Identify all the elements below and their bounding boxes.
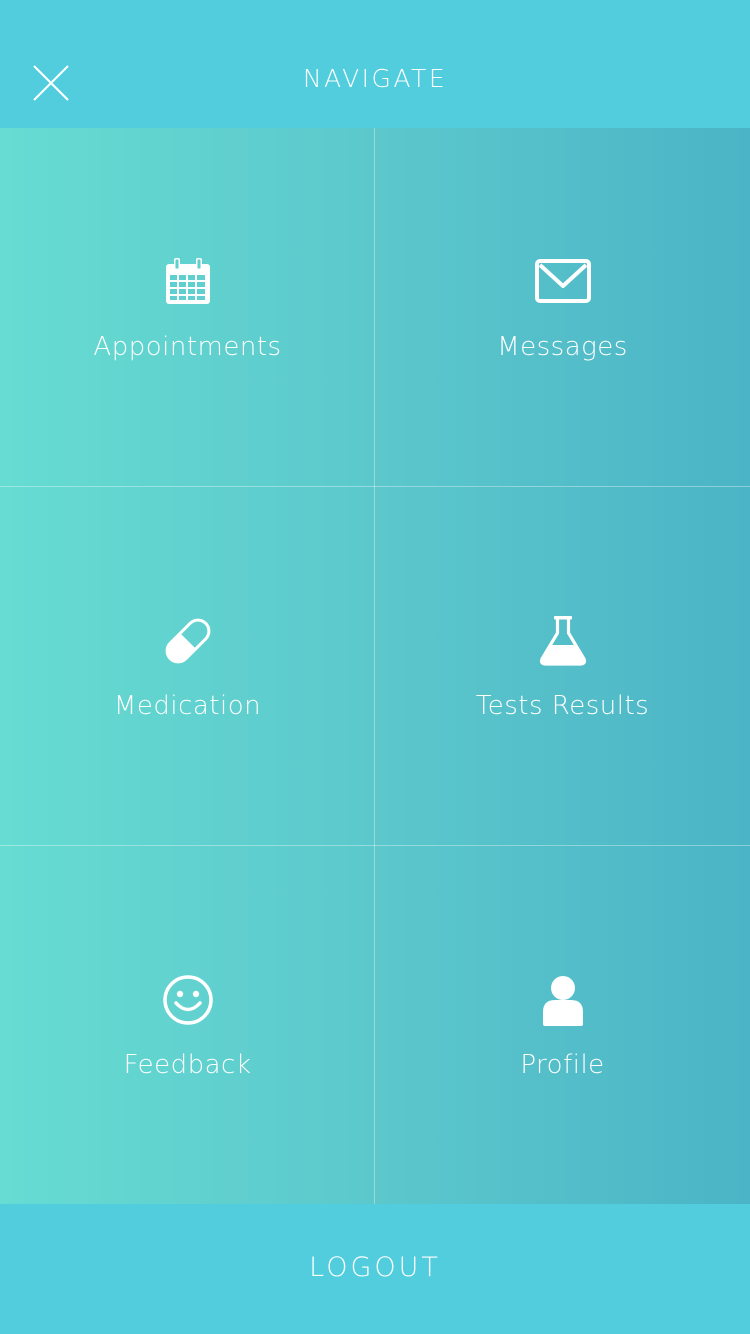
grid-divider-horizontal — [0, 845, 750, 846]
smiley-icon — [160, 972, 216, 1028]
user-icon — [535, 972, 591, 1028]
grid-divider-vertical — [374, 128, 375, 1204]
menu-item-label: Tests Results — [475, 691, 650, 721]
menu-item-tests-results[interactable]: Tests Results — [375, 487, 750, 846]
navigation-grid: Appointments Messages Medication Tests R… — [0, 128, 750, 1204]
grid-divider-horizontal — [0, 486, 750, 487]
flask-icon — [535, 613, 591, 669]
page-title: NAVIGATE — [302, 64, 448, 93]
menu-item-profile[interactable]: Profile — [375, 846, 750, 1205]
navigation-screen: NAVIGATE Appointments Messages Medicatio… — [0, 0, 750, 1334]
menu-item-label: Messages — [497, 332, 628, 362]
logout-label: LOGOUT — [309, 1252, 441, 1283]
menu-item-feedback[interactable]: Feedback — [0, 846, 375, 1205]
menu-item-label: Medication — [113, 691, 262, 721]
pill-icon — [160, 613, 216, 669]
menu-item-appointments[interactable]: Appointments — [0, 128, 375, 487]
menu-item-label: Appointments — [93, 332, 282, 362]
logout-button[interactable]: LOGOUT — [0, 1204, 750, 1334]
menu-item-label: Feedback — [123, 1050, 252, 1080]
menu-item-label: Profile — [520, 1050, 605, 1080]
header-bar: NAVIGATE — [0, 0, 750, 128]
envelope-icon — [534, 254, 591, 310]
menu-item-messages[interactable]: Messages — [375, 128, 750, 487]
menu-item-medication[interactable]: Medication — [0, 487, 375, 846]
calendar-icon — [160, 254, 216, 310]
